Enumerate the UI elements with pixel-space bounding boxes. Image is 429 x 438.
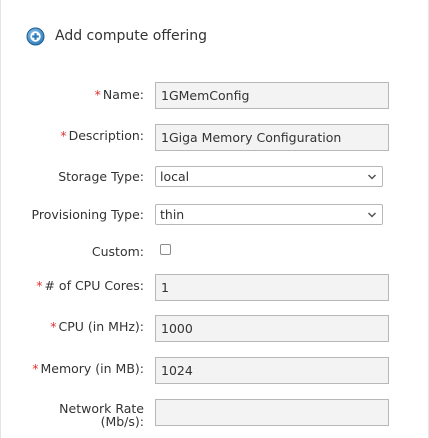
storage-type-select[interactable]: local [155, 166, 383, 187]
description-field[interactable] [155, 124, 389, 151]
name-label: * Name: [94, 87, 144, 102]
storage-type-selected-value: local [160, 169, 190, 184]
dialog-title: Add compute offering [55, 28, 207, 44]
network-rate-label: Network Rate (Mb/s): [59, 401, 144, 429]
cpu-mhz-label: * CPU (in MHz): [50, 319, 144, 334]
chevron-down-icon [367, 212, 377, 218]
storage-type-label: Storage Type: [58, 169, 144, 184]
name-field[interactable] [155, 82, 389, 109]
required-marker: * [60, 128, 67, 143]
required-marker: * [36, 278, 43, 293]
cpu-cores-field[interactable] [155, 274, 389, 301]
required-marker: * [50, 319, 57, 334]
add-compute-offering-dialog: Add compute offering *Name: *Description… [0, 0, 429, 438]
network-rate-field[interactable] [155, 399, 389, 426]
provisioning-type-select[interactable]: thin [155, 204, 383, 225]
plus-circle-icon [26, 27, 45, 46]
custom-checkbox[interactable] [160, 244, 171, 255]
provisioning-type-selected-value: thin [160, 207, 185, 222]
description-label: * Description: [60, 128, 144, 143]
cpu-cores-label: * # of CPU Cores: [36, 278, 144, 293]
memory-mb-field[interactable] [155, 357, 389, 384]
chevron-down-icon [367, 174, 377, 180]
dialog-header: Add compute offering [26, 26, 207, 46]
custom-label: Custom: [91, 244, 144, 259]
provisioning-type-label: Provisioning Type: [31, 207, 144, 222]
memory-mb-label: * Memory (in MB): [32, 361, 144, 376]
required-marker: * [32, 361, 39, 376]
cpu-mhz-field[interactable] [155, 315, 389, 342]
required-marker: * [94, 87, 101, 102]
